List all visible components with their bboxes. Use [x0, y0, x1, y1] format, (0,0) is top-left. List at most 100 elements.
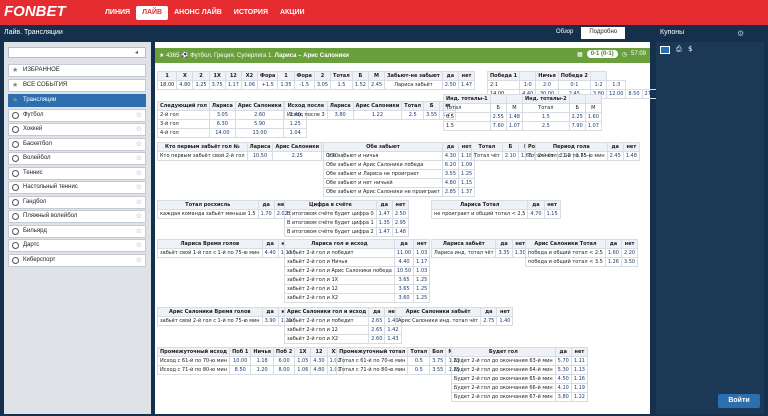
odds-cell[interactable]: 4.70: [527, 209, 545, 219]
odds-cell[interactable]: 3.05: [313, 80, 332, 90]
odds-cell[interactable]: 10.50: [393, 266, 415, 276]
odds-cell[interactable]: 1.60: [584, 112, 602, 122]
odds-cell[interactable]: 3.75: [208, 80, 226, 90]
odds-cell[interactable]: 1.25: [458, 169, 476, 179]
odds-cell[interactable]: 4.40: [261, 248, 279, 258]
odds-cell[interactable]: 3.55: [429, 365, 447, 375]
odds-cell[interactable]: 1.18: [250, 356, 274, 366]
odds-cell[interactable]: 2.45: [606, 151, 624, 161]
login-button[interactable]: Войти: [718, 394, 760, 408]
favorite-star-icon[interactable]: ☆: [136, 255, 142, 266]
odds-cell[interactable]: 1.22: [352, 110, 403, 120]
odds-cell[interactable]: 3.65: [393, 275, 415, 285]
odds-cell[interactable]: 2.20: [620, 248, 639, 258]
odds-cell[interactable]: 1.52: [351, 80, 369, 90]
odds-cell[interactable]: 3.05: [208, 110, 236, 120]
odds-cell[interactable]: 7.60: [489, 121, 507, 131]
odds-cell[interactable]: 5.70: [554, 356, 572, 366]
odds-cell[interactable]: 1.05: [294, 356, 312, 366]
odds-cell[interactable]: 2.5: [401, 110, 425, 120]
odds-cell[interactable]: 2.50: [391, 209, 409, 219]
odds-cell[interactable]: 1.48: [391, 227, 409, 237]
sidebar-item[interactable]: Теннис ☆: [8, 166, 146, 180]
odds-cell[interactable]: 0.5: [407, 356, 431, 366]
sidebar-item[interactable]: Киберспорт ☆: [8, 253, 146, 267]
nav-item[interactable]: АКЦИИ: [274, 6, 311, 20]
odds-cell[interactable]: 0:1: [557, 80, 591, 90]
odds-cell[interactable]: 1.15: [543, 209, 561, 219]
odds-cell[interactable]: 1.09: [458, 160, 476, 170]
odds-cell[interactable]: 2:0: [535, 80, 559, 90]
odds-cell[interactable]: 5.90: [234, 119, 285, 129]
odds-cell[interactable]: 1.07: [505, 121, 523, 131]
odds-cell[interactable]: 10.00: [229, 356, 252, 366]
favorite-star-icon[interactable]: ☆: [136, 124, 142, 135]
odds-cell[interactable]: 1.5: [330, 80, 353, 90]
settings-icon[interactable]: ⚙: [737, 29, 744, 38]
odds-cell[interactable]: 13.00: [234, 128, 285, 138]
odds-cell[interactable]: 1.17: [224, 80, 242, 90]
odds-cell[interactable]: 1.25: [413, 284, 431, 294]
odds-cell[interactable]: 4.30: [310, 356, 328, 366]
odds-cell[interactable]: 3.55: [441, 169, 460, 179]
odds-cell[interactable]: 3.75: [429, 356, 447, 366]
odds-cell[interactable]: 1.25: [413, 293, 431, 303]
odds-cell[interactable]: 2.85: [441, 187, 460, 197]
odds-cell[interactable]: 1.35: [277, 80, 295, 90]
odds-cell[interactable]: 1.04: [283, 128, 307, 138]
odds-cell[interactable]: 1.06: [240, 80, 259, 90]
odds-cell[interactable]: 1.11: [570, 356, 588, 366]
odds-cell[interactable]: 4.80: [310, 365, 328, 375]
odds-cell[interactable]: 3.35: [495, 248, 513, 258]
odds-cell[interactable]: 2.75: [480, 316, 498, 326]
odds-cell[interactable]: 1:3: [606, 80, 627, 90]
odds-cell[interactable]: 2.5: [521, 121, 570, 131]
odds-cell[interactable]: 1.16: [570, 374, 588, 384]
odds-cell[interactable]: 1.07: [584, 121, 602, 131]
odds-cell[interactable]: -1.5: [293, 80, 315, 90]
favorite-star-icon[interactable]: ☆: [136, 197, 142, 208]
odds-cell[interactable]: 8.50: [625, 89, 643, 99]
center-tab[interactable]: Подробно: [581, 27, 626, 39]
sidebar-item[interactable]: Гандбол ☆: [8, 195, 146, 209]
odds-cell[interactable]: 4.30: [441, 151, 460, 161]
favorite-star-icon[interactable]: ☆: [136, 110, 142, 121]
odds-cell[interactable]: 2.10: [501, 151, 519, 161]
odds-cell[interactable]: 6.20: [441, 160, 460, 170]
odds-cell[interactable]: 1.42: [384, 325, 402, 335]
odds-cell[interactable]: 6.30: [208, 119, 236, 129]
favorite-star-icon[interactable]: ☆: [136, 153, 142, 164]
center-tab[interactable]: Обзор: [548, 27, 581, 39]
odds-cell[interactable]: 1.13: [570, 365, 588, 375]
nav-item[interactable]: ЛИНИЯ: [99, 6, 136, 20]
odds-cell[interactable]: 2.50: [441, 80, 459, 90]
sidebar-item[interactable]: ★ ВСЕ СОБЫТИЯ: [8, 79, 146, 92]
odds-cell[interactable]: 1.03: [413, 266, 431, 276]
odds-cell[interactable]: 1.17: [413, 257, 431, 267]
odds-cell[interactable]: 3.60: [393, 293, 415, 303]
odds-cell[interactable]: 2.65: [368, 316, 386, 326]
odds-cell[interactable]: 2.55: [489, 112, 507, 122]
odds-cell[interactable]: 8.50: [229, 365, 252, 375]
odds-cell[interactable]: 1.22: [570, 392, 588, 402]
odds-cell[interactable]: 1:2: [589, 80, 608, 90]
print-icon[interactable]: ⎙: [676, 45, 682, 54]
odds-cell[interactable]: 1.19: [570, 383, 588, 393]
odds-cell[interactable]: 1.25: [283, 119, 307, 129]
odds-cell[interactable]: 3.55: [423, 110, 441, 120]
odds-cell[interactable]: 1.25: [413, 275, 431, 285]
favorite-star-icon[interactable]: ☆: [136, 139, 142, 150]
odds-cell[interactable]: 1.48: [622, 151, 640, 161]
odds-cell[interactable]: 2.45: [367, 80, 386, 90]
odds-cell[interactable]: 4.80: [176, 80, 194, 90]
odds-cell[interactable]: 14.00: [208, 128, 236, 138]
odds-cell[interactable]: 8.00: [272, 365, 296, 375]
odds-cell[interactable]: 1.40: [496, 316, 514, 326]
odds-cell[interactable]: 1.47: [375, 227, 393, 237]
odds-cell[interactable]: 1.37: [458, 187, 476, 197]
sidebar-item[interactable]: Дартс ☆: [8, 239, 146, 252]
odds-cell[interactable]: 3.65: [393, 284, 415, 294]
sidebar-item[interactable]: ★ Трансляции: [8, 94, 146, 107]
favorite-star-icon[interactable]: ☆: [136, 226, 142, 237]
odds-cell[interactable]: 2.60: [234, 110, 285, 120]
